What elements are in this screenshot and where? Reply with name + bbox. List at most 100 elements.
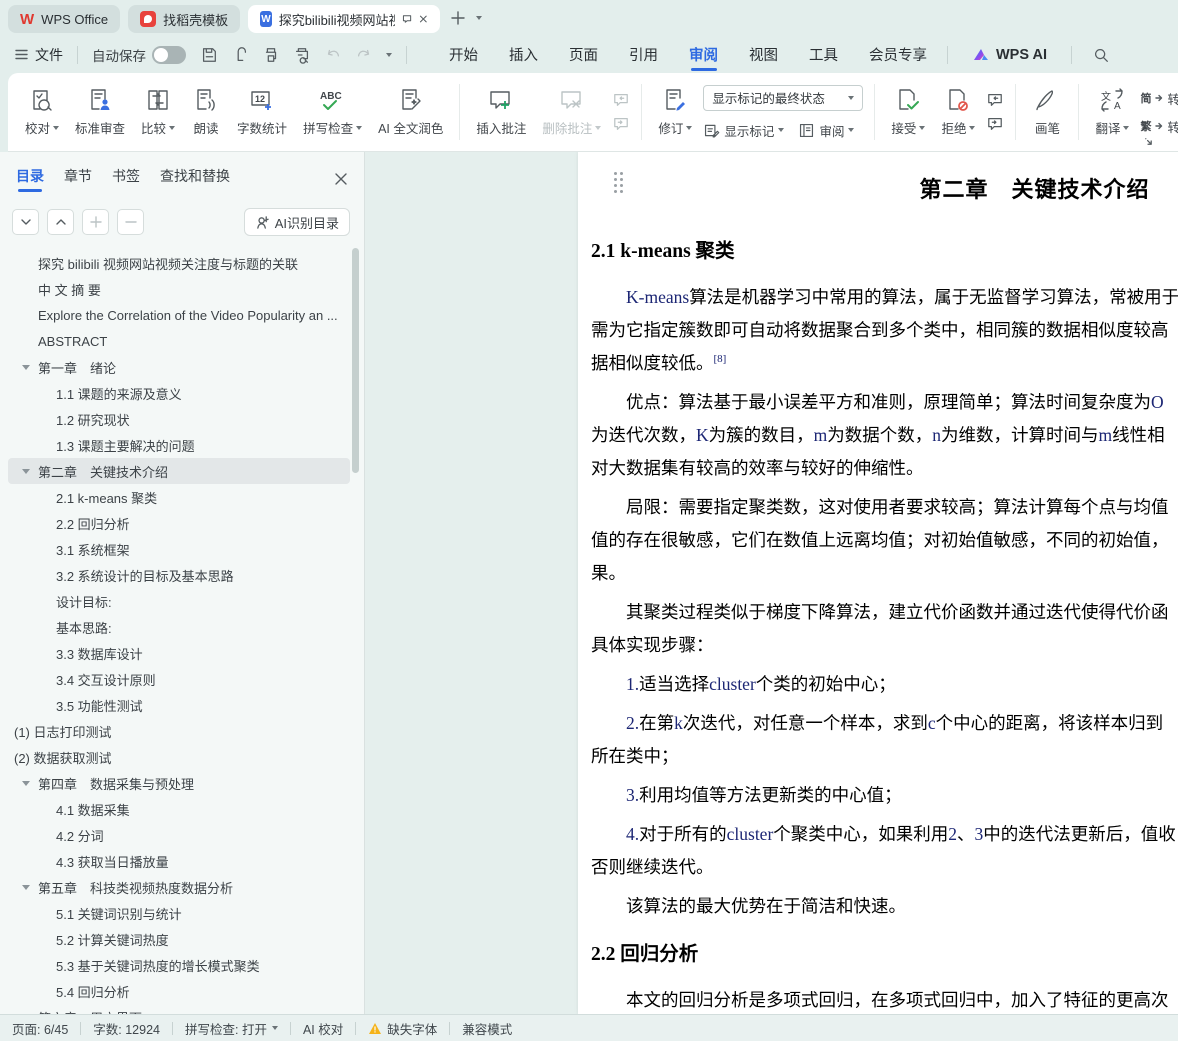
- toc-item[interactable]: 设计目标:: [8, 588, 350, 614]
- toc-item[interactable]: 4.3 获取当日播放量: [8, 848, 350, 874]
- tab-list-chevron-icon[interactable]: [476, 16, 483, 20]
- dialog-launcher-icon[interactable]: [1144, 137, 1153, 146]
- menu-item-审阅[interactable]: 审阅: [687, 36, 720, 73]
- tab-docer[interactable]: 找稻壳模板: [128, 5, 241, 33]
- sidebar-tab-toc[interactable]: 目录: [16, 166, 44, 192]
- toc-item[interactable]: 2.1 k-means 聚类: [8, 484, 350, 510]
- missing-font-warning[interactable]: 缺失字体: [368, 1019, 437, 1038]
- collapse-all-button[interactable]: [12, 209, 39, 235]
- wps-ai-button[interactable]: WPS AI: [972, 47, 1047, 63]
- toc-item[interactable]: 1.1 课题的来源及意义: [8, 380, 350, 406]
- toc-item[interactable]: 5.3 基于关键词热度的增长模式聚类: [8, 952, 350, 978]
- toc-item[interactable]: 5.4 回归分析: [8, 978, 350, 1004]
- page-indicator[interactable]: 页面: 6/45: [12, 1019, 68, 1038]
- pen-button[interactable]: 画笔: [1025, 82, 1069, 142]
- toc-item[interactable]: 中 文 摘 要: [8, 276, 350, 302]
- toc-item[interactable]: 基本思路:: [8, 614, 350, 640]
- toc-item[interactable]: 第六章 用户界面: [8, 1004, 350, 1015]
- paragraph: 其聚类过程类似于梯度下降算法，建立代价函数并通过迭代使得代价函 具体实现步骤：: [591, 596, 1178, 662]
- next-change-icon[interactable]: [986, 116, 1004, 132]
- toc-item[interactable]: 4.1 数据采集: [8, 796, 350, 822]
- toc-item[interactable]: 第五章 科技类视频热度数据分析: [8, 874, 350, 900]
- translate-button[interactable]: 文A 翻译: [1088, 82, 1136, 142]
- toc-item[interactable]: 3.1 系统框架: [8, 536, 350, 562]
- toc-item[interactable]: 1.2 研究现状: [8, 406, 350, 432]
- collapse-arrow-icon[interactable]: [22, 365, 30, 370]
- menu-item-引用[interactable]: 引用: [627, 36, 660, 73]
- toc-item[interactable]: (2) 数据获取测试: [8, 744, 350, 770]
- collapse-arrow-icon[interactable]: [22, 781, 30, 786]
- sidebar-tab-bookmarks[interactable]: 书签: [112, 166, 140, 192]
- document-page[interactable]: 第二章 关键技术介绍 2.1 k-means 聚类 K-means算法是机器学习中…: [578, 152, 1178, 1014]
- toc-item[interactable]: 5.1 关键词识别与统计: [8, 900, 350, 926]
- spell-check-status[interactable]: 拼写检查: 打开: [185, 1019, 278, 1038]
- sidebar-tab-find-replace[interactable]: 查找和替换: [160, 166, 230, 192]
- toc-item[interactable]: 1.3 课题主要解决的问题: [8, 432, 350, 458]
- search-icon[interactable]: [1092, 46, 1110, 64]
- menu-item-页面[interactable]: 页面: [567, 36, 600, 73]
- file-menu[interactable]: 文件: [14, 45, 63, 65]
- sidebar-scrollbar[interactable]: [352, 248, 359, 473]
- toc-item[interactable]: (1) 日志打印测试: [8, 718, 350, 744]
- insert-comment-button[interactable]: 插入批注: [469, 82, 533, 142]
- toc-item[interactable]: 3.3 数据库设计: [8, 640, 350, 666]
- toc-item[interactable]: 3.2 系统设计的目标及基本思路: [8, 562, 350, 588]
- markup-state-select[interactable]: 显示标记的最终状态: [703, 84, 864, 111]
- toc-item[interactable]: 3.5 功能性测试: [8, 692, 350, 718]
- sidebar-tab-chapters[interactable]: 章节: [64, 166, 92, 192]
- menu-item-开始[interactable]: 开始: [447, 36, 480, 73]
- show-markup-button[interactable]: 显示标记: [703, 121, 785, 140]
- toc-item[interactable]: 第四章 数据采集与预处理: [8, 770, 350, 796]
- tab-wps-home[interactable]: W WPS Office: [8, 5, 121, 33]
- word-count-button[interactable]: 12 字数统计: [230, 82, 294, 142]
- compare-button[interactable]: 比较: [134, 82, 182, 142]
- toc-item[interactable]: 5.2 计算关键词热度: [8, 926, 350, 952]
- word-count-indicator[interactable]: 字数: 12924: [93, 1019, 160, 1038]
- track-changes-button[interactable]: 修订: [651, 82, 699, 142]
- toc-item[interactable]: Explore the Correlation of the Video Pop…: [8, 302, 350, 328]
- proofread-button[interactable]: 校对: [18, 82, 66, 142]
- print-icon[interactable]: [262, 46, 280, 64]
- print-preview-icon[interactable]: [293, 46, 311, 64]
- accept-button[interactable]: 接受: [884, 82, 932, 142]
- save-icon[interactable]: [200, 46, 218, 64]
- toc-item[interactable]: 探究 bilibili 视频网站视频关注度与标题的关联: [8, 250, 350, 276]
- menu-item-会员专享[interactable]: 会员专享: [867, 36, 929, 73]
- expand-all-button[interactable]: [47, 209, 74, 235]
- menu-item-工具[interactable]: 工具: [807, 36, 840, 73]
- menu-item-视图[interactable]: 视图: [747, 36, 780, 73]
- review-pane-button[interactable]: 审阅: [798, 121, 855, 140]
- compat-mode-indicator[interactable]: 兼容模式: [462, 1019, 512, 1038]
- toc-item[interactable]: 2.2 回归分析: [8, 510, 350, 536]
- previous-change-icon[interactable]: [986, 92, 1004, 108]
- to-traditional-button[interactable]: 简 转繁: [1140, 89, 1178, 108]
- next-comment-icon[interactable]: [612, 116, 630, 132]
- toc-item[interactable]: 4.2 分词: [8, 822, 350, 848]
- autosave-control[interactable]: 自动保存: [92, 45, 186, 65]
- read-aloud-button[interactable]: 朗读: [184, 82, 228, 142]
- new-tab-icon[interactable]: [450, 10, 466, 26]
- close-tab-icon[interactable]: [419, 13, 428, 25]
- export-pdf-icon[interactable]: [231, 46, 249, 64]
- menu-item-插入[interactable]: 插入: [507, 36, 540, 73]
- comment-bubble-icon[interactable]: [402, 12, 412, 26]
- close-sidebar-icon[interactable]: [334, 172, 348, 186]
- standard-review-button[interactable]: 标准审查: [68, 82, 132, 142]
- collapse-arrow-icon[interactable]: [22, 885, 30, 890]
- ai-recognize-toc-button[interactable]: AI识别目录: [243, 208, 350, 236]
- toc-item[interactable]: 第二章 关键技术介绍: [8, 458, 350, 484]
- spell-check-button[interactable]: ABC 拼写检查: [296, 82, 369, 142]
- tab-document[interactable]: W 探究bilibili视频网站视频关注: [248, 5, 441, 33]
- toc-item[interactable]: 第一章 绪论: [8, 354, 350, 380]
- reject-button[interactable]: 拒绝: [934, 82, 982, 142]
- paragraph-drag-handle-icon[interactable]: [614, 172, 626, 193]
- undo-history-chevron-icon[interactable]: [386, 52, 392, 57]
- autosave-toggle[interactable]: [152, 45, 186, 64]
- ai-proofread-status[interactable]: AI 校对: [303, 1019, 343, 1038]
- ai-polish-button[interactable]: AI 全文润色: [371, 82, 450, 142]
- to-simplified-button[interactable]: 繁 转简: [1140, 117, 1178, 136]
- toc-item[interactable]: ABSTRACT: [8, 328, 350, 354]
- collapse-arrow-icon[interactable]: [22, 469, 30, 474]
- previous-comment-icon[interactable]: [612, 92, 630, 108]
- toc-item[interactable]: 3.4 交互设计原则: [8, 666, 350, 692]
